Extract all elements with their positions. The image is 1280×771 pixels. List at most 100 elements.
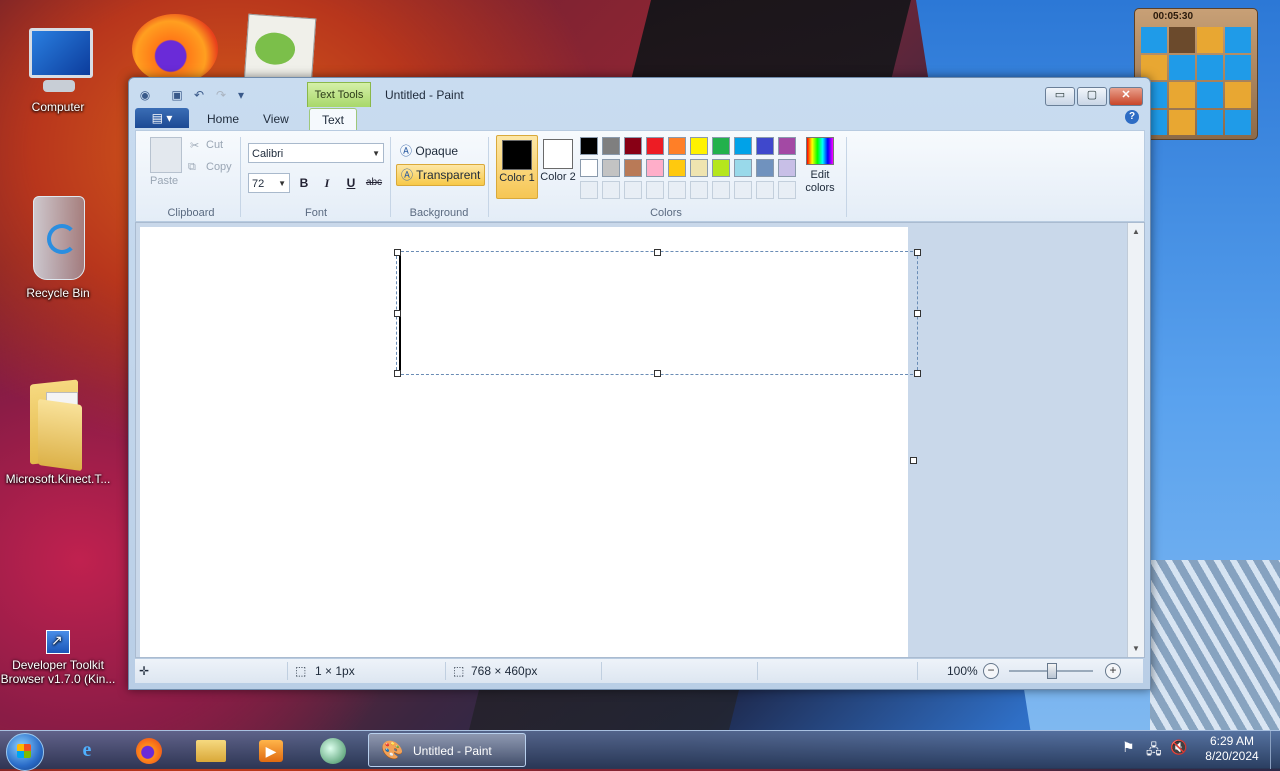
text-input-box[interactable] [394, 249, 921, 377]
palette-swatch[interactable] [624, 137, 642, 155]
notepad-plus-desktop-icon[interactable] [243, 13, 317, 87]
maximize-button[interactable]: ▢ [1077, 87, 1107, 106]
palette-custom-slot[interactable] [602, 181, 620, 199]
palette-custom-slot[interactable] [712, 181, 730, 199]
network-app-icon[interactable] [306, 734, 360, 767]
palette-swatch[interactable] [668, 137, 686, 155]
palette-custom-slot[interactable] [624, 181, 642, 199]
paint-app-icon[interactable]: ◉ [137, 87, 153, 103]
copy-button[interactable]: Copy [206, 161, 232, 173]
resize-handle[interactable] [394, 370, 401, 377]
action-center-flag-icon[interactable]: ⚑ [1122, 739, 1135, 756]
palette-swatch[interactable] [690, 159, 708, 177]
paste-button[interactable]: Paste [150, 175, 178, 187]
font-size-dropdown[interactable]: 72 ▼ [248, 173, 290, 193]
firefox-desktop-icon[interactable] [132, 14, 218, 84]
palette-swatch[interactable] [734, 137, 752, 155]
canvas-workspace[interactable]: ▲ ▼ [135, 222, 1145, 658]
palette-swatch[interactable] [756, 137, 774, 155]
show-desktop-button[interactable] [1270, 731, 1280, 769]
scroll-up-icon[interactable]: ▲ [1132, 227, 1140, 236]
palette-swatch[interactable] [580, 137, 598, 155]
palette-swatch[interactable] [778, 137, 796, 155]
minimize-button[interactable]: ▭ [1045, 87, 1075, 106]
strikethrough-button[interactable]: abc [364, 173, 384, 193]
palette-swatch[interactable] [580, 159, 598, 177]
palette-swatch[interactable] [646, 137, 664, 155]
palette-swatch[interactable] [602, 137, 620, 155]
palette-custom-slot[interactable] [668, 181, 686, 199]
resize-handle[interactable] [914, 310, 921, 317]
resize-handle[interactable] [914, 370, 921, 377]
paint-window[interactable]: ◉ ▣ ↶ ↷ ▾ Text Tools Untitled - Paint ▭ … [128, 77, 1151, 690]
opaque-option[interactable]: Ⓐ Opaque [396, 141, 458, 161]
palette-custom-slot[interactable] [778, 181, 796, 199]
status-divider [601, 662, 602, 680]
tab-view[interactable]: View [251, 108, 301, 130]
system-clock[interactable]: 6:29 AM 8/20/2024 [1196, 734, 1268, 764]
volume-muted-icon[interactable]: 🔇 [1170, 739, 1187, 756]
drawing-canvas[interactable] [140, 227, 921, 657]
redo-icon[interactable]: ↷ [213, 87, 229, 103]
desktop-icon-kinect-folder[interactable]: Microsoft.Kinect.T... [0, 372, 116, 486]
network-icon[interactable]: 🖧 [1146, 739, 1162, 763]
palette-swatch[interactable] [668, 159, 686, 177]
palette-swatch[interactable] [778, 159, 796, 177]
transparent-option[interactable]: Ⓐ Transparent [396, 164, 486, 186]
file-menu-button[interactable]: ▤ ▾ [135, 108, 189, 128]
zoom-out-button[interactable]: − [983, 663, 999, 679]
close-button[interactable]: ✕ [1109, 87, 1143, 106]
palette-swatch[interactable] [734, 159, 752, 177]
palette-custom-slot[interactable] [580, 181, 598, 199]
tab-home[interactable]: Home [195, 108, 251, 130]
palette-swatch[interactable] [646, 159, 664, 177]
scroll-down-icon[interactable]: ▼ [1132, 644, 1140, 653]
palette-custom-slot[interactable] [734, 181, 752, 199]
palette-swatch[interactable] [602, 159, 620, 177]
resize-handle[interactable] [914, 249, 921, 256]
save-icon[interactable]: ▣ [169, 87, 185, 103]
palette-swatch[interactable] [756, 159, 774, 177]
resize-handle[interactable] [394, 310, 401, 317]
palette-swatch[interactable] [712, 137, 730, 155]
resize-handle[interactable] [654, 249, 661, 256]
font-family-dropdown[interactable]: Calibri ▼ [248, 143, 384, 163]
palette-swatch[interactable] [712, 159, 730, 177]
puzzle-grid[interactable] [1141, 27, 1251, 135]
cut-button[interactable]: Cut [206, 139, 223, 151]
resize-handle[interactable] [394, 249, 401, 256]
taskbar-paint-button[interactable]: 🎨 Untitled - Paint [368, 733, 526, 767]
media-player-icon[interactable]: ▶ [244, 734, 298, 767]
group-separator [846, 137, 847, 217]
canvas-size: 768 × 460px [471, 664, 538, 678]
palette-swatch[interactable] [624, 159, 642, 177]
customize-toolbar-icon[interactable]: ▾ [233, 87, 249, 103]
italic-button[interactable]: I [317, 173, 337, 193]
firefox-icon[interactable] [122, 734, 176, 767]
internet-explorer-icon[interactable]: e [60, 734, 114, 767]
undo-icon[interactable]: ↶ [191, 87, 207, 103]
underline-button[interactable]: U [341, 173, 361, 193]
palette-custom-slot[interactable] [690, 181, 708, 199]
help-icon[interactable]: ? [1125, 110, 1139, 124]
bold-button[interactable]: B [294, 173, 314, 193]
title-bar[interactable]: ◉ ▣ ↶ ↷ ▾ Text Tools Untitled - Paint ▭ … [129, 78, 1150, 108]
file-explorer-icon[interactable] [184, 734, 238, 767]
color2-button[interactable]: Color 2 [538, 135, 578, 197]
vertical-scrollbar[interactable]: ▲ ▼ [1127, 223, 1144, 657]
canvas-resize-handle[interactable] [910, 457, 917, 464]
desktop-icon-recycle-bin[interactable]: Recycle Bin [0, 190, 116, 300]
zoom-slider-thumb[interactable] [1047, 663, 1057, 679]
tab-text[interactable]: Text [309, 108, 358, 131]
desktop-icon-computer[interactable]: Computer [0, 26, 116, 114]
palette-custom-slot[interactable] [646, 181, 664, 199]
start-button[interactable] [6, 733, 44, 771]
resize-handle[interactable] [654, 370, 661, 377]
puzzle-clock-gadget[interactable]: 00:05:30 [1134, 8, 1258, 140]
desktop-icon-developer-toolkit[interactable]: Developer Toolkit Browser v1.7.0 (Kin... [0, 630, 116, 686]
edit-colors-button[interactable]: Edit colors [800, 135, 840, 195]
color1-button[interactable]: Color 1 [496, 135, 538, 199]
palette-swatch[interactable] [690, 137, 708, 155]
palette-custom-slot[interactable] [756, 181, 774, 199]
zoom-in-button[interactable]: + [1105, 663, 1121, 679]
